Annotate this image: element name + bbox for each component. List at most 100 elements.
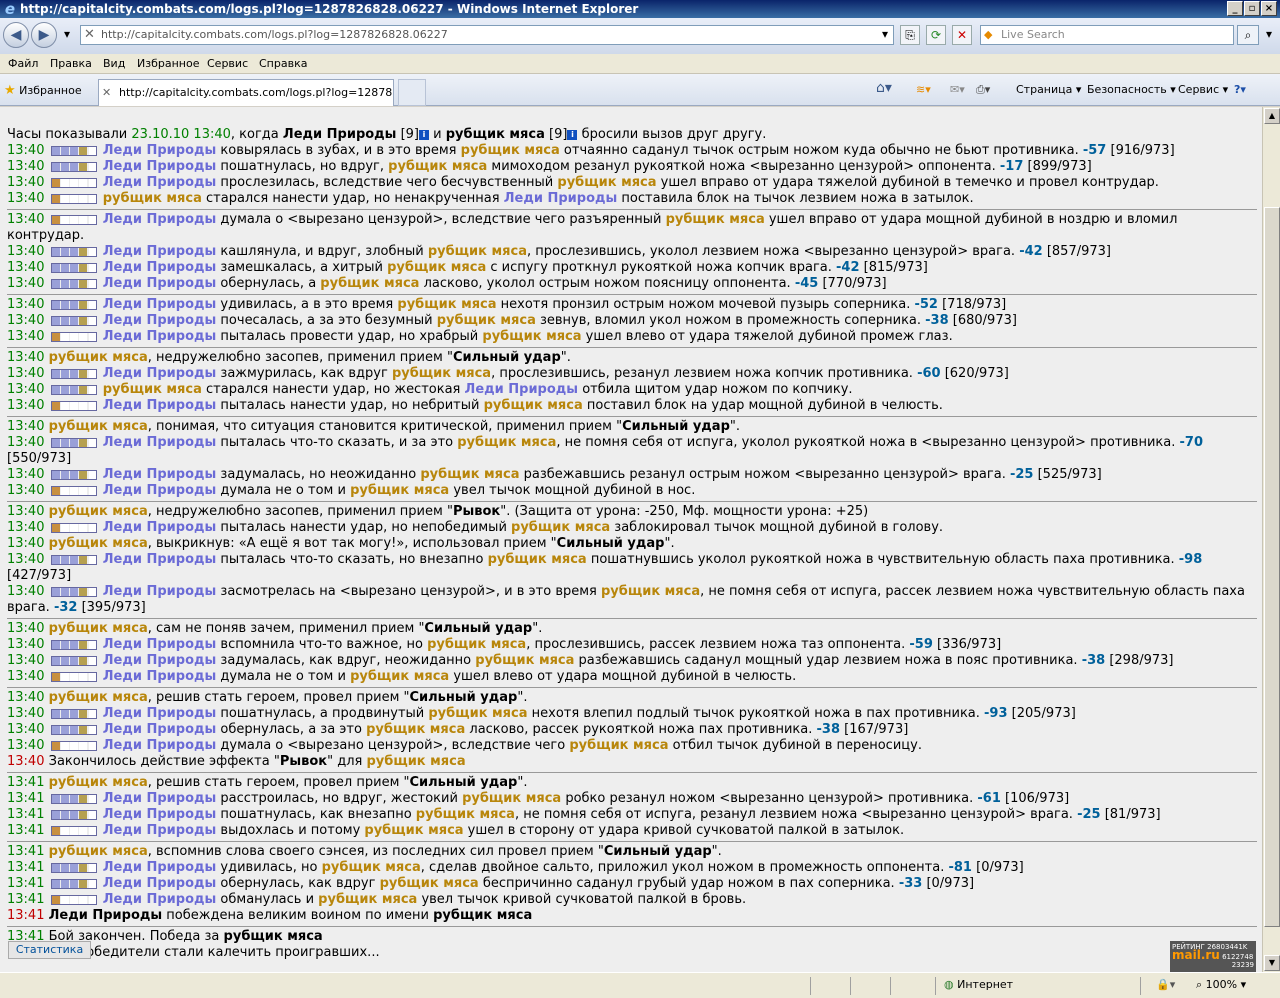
player1-name[interactable]: Леди Природы [103,143,217,158]
player2-name[interactable]: рубщик мяса [462,791,561,806]
player2-name[interactable]: рубщик мяса [511,520,610,535]
player2-name[interactable]: рубщик мяса [428,706,527,721]
player2-name[interactable]: рубщик мяса [392,366,491,381]
player1-name[interactable]: Леди Природы [49,908,163,923]
player2-name[interactable]: рубщик мяса [433,908,532,923]
search-options-icon[interactable]: ▾ [1262,25,1276,45]
player2-name[interactable]: рубщик мяса [49,536,148,551]
menu-favorites[interactable]: Избранное [137,57,199,70]
favorites-button[interactable]: ★ Избранное [4,83,82,98]
vertical-scrollbar[interactable]: ▲ ▼ [1262,107,1280,972]
player2-name[interactable]: рубщик мяса [475,653,574,668]
player1-name[interactable]: Леди Природы [103,212,217,227]
player1-name[interactable]: Леди Природы [103,520,217,535]
player1-name[interactable]: Леди Природы [103,584,217,599]
player1-name[interactable]: Леди Природы [103,653,217,668]
player2-name[interactable]: рубщик мяса [484,398,583,413]
player2-name[interactable]: рубщик мяса [416,807,515,822]
player2-name[interactable]: рубщик мяса [49,775,148,790]
new-tab-button[interactable] [398,79,426,106]
player2-name[interactable]: рубщик мяса [557,175,656,190]
player2-name[interactable]: рубщик мяса [49,844,148,859]
home-icon[interactable]: ⌂▾ [876,80,892,96]
player1-name[interactable]: Леди Природы [103,276,217,291]
player1-name[interactable]: Леди Природы [103,722,217,737]
player2-name[interactable]: рубщик мяса [461,143,560,158]
player2-name[interactable]: рубщик мяса [427,637,526,652]
address-input[interactable]: ✕ http://capitalcity.combats.com/logs.pl?… [80,25,894,45]
player1-name[interactable]: Леди Природы [103,483,217,498]
close-button[interactable]: × [1261,1,1277,16]
player1-name[interactable]: Леди Природы [103,791,217,806]
player1-name[interactable]: Леди Природы [103,159,217,174]
player1-name[interactable]: Леди Природы [103,435,217,450]
player1-name[interactable]: Леди Природы [103,260,217,275]
player2-name[interactable]: рубщик мяса [397,297,496,312]
player2-name[interactable]: рубщик мяса [49,419,148,434]
player1-name[interactable]: Леди Природы [103,297,217,312]
intro-player2[interactable]: рубщик мяса [446,127,545,142]
player2-name[interactable]: рубщик мяса [49,690,148,705]
player1-name[interactable]: Леди Природы [103,637,217,652]
statistics-button[interactable]: Статистика [8,941,91,959]
player2-name[interactable]: рубщик мяса [428,244,527,259]
player2-name[interactable]: рубщик мяса [366,754,465,769]
help-icon[interactable]: ?▾ [1234,83,1246,96]
player2-name[interactable]: рубщик мяса [380,876,479,891]
tab-current[interactable]: ✕ http://capitalcity.combats.com/logs.pl?… [98,79,394,106]
print-icon[interactable]: ⎙▾ [976,83,990,97]
player1-name[interactable]: Леди Природы [504,191,618,206]
protected-mode-icon[interactable]: 🔒▾ [1156,978,1175,991]
player2-name[interactable]: рубщик мяса [350,669,449,684]
player1-name[interactable]: Леди Природы [103,892,217,907]
player2-name[interactable]: рубщик мяса [601,584,700,599]
minimize-button[interactable]: _ [1227,1,1243,16]
scroll-up-icon[interactable]: ▲ [1264,108,1280,124]
zoom-control[interactable]: ⌕ 100% ▾ [1196,978,1246,992]
player1-name[interactable]: Леди Природы [103,366,217,381]
player1-name[interactable]: Леди Природы [103,175,217,190]
mail-icon[interactable]: ✉▾ [950,83,965,96]
player2-name[interactable]: рубщик мяса [457,435,556,450]
search-input[interactable]: ◆ Live Search [980,25,1234,45]
player2-name[interactable]: рубщик мяса [366,722,465,737]
menu-file[interactable]: Файл [8,57,38,70]
scroll-thumb[interactable] [1264,207,1280,927]
player-info-icon[interactable]: i [567,129,578,140]
player1-name[interactable]: Леди Природы [103,876,217,891]
player1-name[interactable]: Леди Природы [103,823,217,838]
player2-name[interactable]: рубщик мяса [387,260,486,275]
search-button[interactable]: ⌕ [1237,25,1259,45]
player1-name[interactable]: Леди Природы [103,738,217,753]
player1-name[interactable]: Леди Природы [103,706,217,721]
player2-name[interactable]: рубщик мяса [364,823,463,838]
player2-name[interactable]: рубщик мяса [103,191,202,206]
intro-player1[interactable]: Леди Природы [283,127,397,142]
menu-view[interactable]: Вид [103,57,125,70]
history-dropdown-icon[interactable]: ▾ [58,25,76,45]
back-button[interactable]: ◀ [3,22,29,48]
refresh-icon[interactable]: ⟳ [926,25,946,45]
compat-icon[interactable]: ⎘ [900,25,920,45]
player1-name[interactable]: Леди Природы [465,382,579,397]
address-dropdown-icon[interactable]: ▾ [877,25,893,45]
menu-help[interactable]: Справка [259,57,307,70]
player2-name[interactable]: рубщик мяса [320,276,419,291]
player2-name[interactable]: рубщик мяса [49,504,148,519]
player1-name[interactable]: Леди Природы [103,807,217,822]
player-info-icon[interactable]: i [419,129,430,140]
maximize-button[interactable]: ▫ [1244,1,1260,16]
stop-icon[interactable]: ✕ [952,25,972,45]
player1-name[interactable]: Леди Природы [103,669,217,684]
menu-tools[interactable]: Сервис [207,57,248,70]
page-menu[interactable]: Страница ▾ [1016,83,1081,96]
player2-name[interactable]: рубщик мяса [49,621,148,636]
security-menu[interactable]: Безопасность ▾ [1087,83,1176,96]
player2-name[interactable]: рубщик мяса [318,892,417,907]
tools-menu[interactable]: Сервис ▾ [1178,83,1228,96]
player2-name[interactable]: рубщик мяса [322,860,421,875]
player1-name[interactable]: Леди Природы [103,313,217,328]
forward-button[interactable]: ▶ [31,22,57,48]
scroll-down-icon[interactable]: ▼ [1264,955,1280,971]
player1-name[interactable]: Леди Природы [103,398,217,413]
